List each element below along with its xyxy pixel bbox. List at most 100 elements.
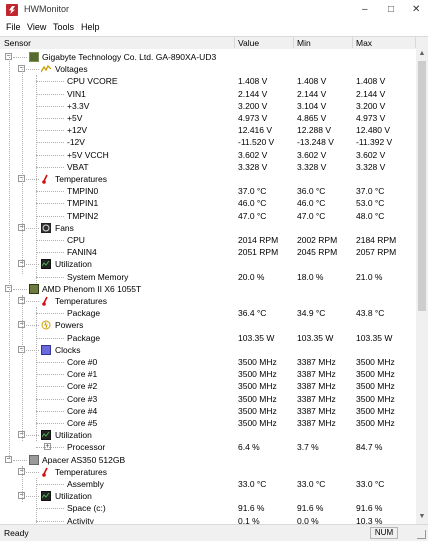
column-header-value[interactable]: Value xyxy=(238,38,259,48)
sensor-label: Powers xyxy=(55,320,84,331)
column-divider[interactable] xyxy=(415,36,416,48)
category-row[interactable]: − Voltages xyxy=(0,63,416,75)
maximize-button[interactable]: □ xyxy=(388,4,394,15)
column-header-min[interactable]: Min xyxy=(297,38,311,48)
sensor-max: 4.973 V xyxy=(356,113,386,123)
sensor-max: 3500 MHz xyxy=(356,393,395,404)
sensor-label: Temperatures xyxy=(55,174,107,184)
tree-guide-line xyxy=(26,496,39,498)
category-row[interactable]: − Temperatures xyxy=(0,173,416,185)
tree-guide-line xyxy=(36,398,64,400)
close-button[interactable]: ✕ xyxy=(412,4,420,15)
sensor-min: 46.0 °C xyxy=(297,198,326,209)
sensor-label: CPU xyxy=(67,235,85,245)
tree-guide-line xyxy=(13,459,27,461)
sensor-label: Core #2 xyxy=(67,381,98,392)
category-row[interactable]: − Temperatures xyxy=(0,295,416,307)
category-row[interactable]: − Utilization xyxy=(0,258,416,270)
motherboard-icon xyxy=(29,52,39,62)
sensor-row[interactable]: Activity 0.1 % 0.0 % 10.3 % xyxy=(0,515,416,524)
sensor-max: 1.408 V xyxy=(356,76,386,87)
scroll-up-icon[interactable]: ▲ xyxy=(418,50,426,60)
tree-guide-line xyxy=(36,130,64,132)
sensor-label: -12V xyxy=(67,137,85,148)
menu-help[interactable]: Help xyxy=(81,22,100,32)
resize-grip[interactable] xyxy=(417,530,426,539)
category-row[interactable]: − Powers xyxy=(0,319,416,331)
sensor-label: System Memory xyxy=(67,271,129,282)
column-divider[interactable] xyxy=(234,36,235,48)
sensor-value: 3500 MHz xyxy=(238,381,277,392)
num-lock-indicator: NUM xyxy=(370,527,398,539)
column-header-sensor[interactable]: Sensor xyxy=(4,38,31,48)
tree-guide-line xyxy=(36,508,64,510)
sensor-max: 91.6 % xyxy=(356,503,383,514)
sensor-max: 2057 RPM xyxy=(356,247,397,258)
sensor-label: Utilization xyxy=(55,259,92,270)
menu-view[interactable]: View xyxy=(27,22,46,32)
sensor-max: 12.480 V xyxy=(356,125,391,136)
sensor-min: 0.0 % xyxy=(297,515,319,524)
device-row[interactable]: − AMD Phenom II X6 1055T xyxy=(0,283,416,295)
sensor-min: 1.408 V xyxy=(297,76,327,87)
tree-guide-line xyxy=(36,520,64,522)
sensor-value: 3500 MHz xyxy=(238,393,277,404)
category-row[interactable]: − Clocks xyxy=(0,344,416,356)
thermometer-icon xyxy=(41,296,51,306)
sensor-label: FANIN4 xyxy=(67,247,97,258)
column-divider[interactable] xyxy=(352,36,353,48)
sensor-value: 4.973 V xyxy=(238,113,268,123)
tree-guide-line xyxy=(22,295,23,442)
sensor-label: +5V xyxy=(67,113,83,123)
category-row[interactable]: − Temperatures xyxy=(0,466,416,478)
tree-guide-line xyxy=(36,410,64,412)
sensor-label: TMPIN1 xyxy=(67,198,99,209)
sensor-label: Core #3 xyxy=(67,393,98,404)
sensor-value: 20.0 % xyxy=(238,271,265,282)
scroll-down-icon[interactable]: ▼ xyxy=(418,513,426,523)
tree-guide-line xyxy=(36,423,64,424)
disk-icon xyxy=(29,454,39,465)
menu-file[interactable]: File xyxy=(6,22,21,32)
sensor-tree[interactable]: − Gigabyte Technology Co. Ltd. GA-890XA-U… xyxy=(0,49,416,524)
sensor-min: 2002 RPM xyxy=(297,235,338,245)
sensor-max: 2.144 V xyxy=(356,88,386,99)
menu-bar: File View Tools Help xyxy=(0,20,428,34)
sensor-label: Space (c:) xyxy=(67,503,106,514)
sensor-max: 37.0 °C xyxy=(356,186,385,197)
sensor-max: -11.392 V xyxy=(356,137,393,148)
category-row[interactable]: − Utilization xyxy=(0,490,416,502)
vertical-scrollbar[interactable]: ▲ ▼ xyxy=(416,49,428,524)
sensor-max: 3.200 V xyxy=(356,100,386,111)
sensor-value: 2051 RPM xyxy=(238,247,279,258)
sensor-label: Voltages xyxy=(55,64,88,75)
menu-tools[interactable]: Tools xyxy=(53,22,74,32)
device-row[interactable]: − Gigabyte Technology Co. Ltd. GA-890XA-U… xyxy=(0,51,416,63)
tree-guide-line xyxy=(26,264,39,266)
tree-guide-line xyxy=(36,105,64,107)
sensor-value: 3.328 V xyxy=(238,161,268,172)
tree-guide-line xyxy=(36,203,64,205)
sensor-label: Gigabyte Technology Co. Ltd. GA-890XA-UD… xyxy=(42,52,217,62)
category-row[interactable]: − Utilization xyxy=(0,429,416,441)
device-row[interactable]: − Apacer AS350 512GB xyxy=(0,454,416,466)
sensor-min: 3387 MHz xyxy=(297,418,336,428)
tree-guide-line xyxy=(9,55,10,458)
sensor-label: VBAT xyxy=(67,161,89,172)
sensor-max: 33.0 °C xyxy=(356,479,385,489)
utilization-icon xyxy=(41,259,51,270)
tree-guide-line xyxy=(36,118,64,119)
column-header-max[interactable]: Max xyxy=(356,38,372,48)
sensor-value: 6.4 % xyxy=(238,442,260,453)
scrollbar-thumb[interactable] xyxy=(418,61,426,311)
tree-guide-line xyxy=(26,349,39,351)
sensor-label: Activity xyxy=(67,515,94,524)
sensor-value: 103.35 W xyxy=(238,332,275,343)
category-row[interactable]: − Fans xyxy=(0,222,416,234)
tree-guide-line xyxy=(22,67,23,275)
column-divider[interactable] xyxy=(293,36,294,48)
tree-guide-line xyxy=(36,276,64,278)
minimize-button[interactable]: – xyxy=(362,4,368,15)
sensor-label: Core #4 xyxy=(67,405,98,416)
tree-guide-line xyxy=(36,362,64,363)
